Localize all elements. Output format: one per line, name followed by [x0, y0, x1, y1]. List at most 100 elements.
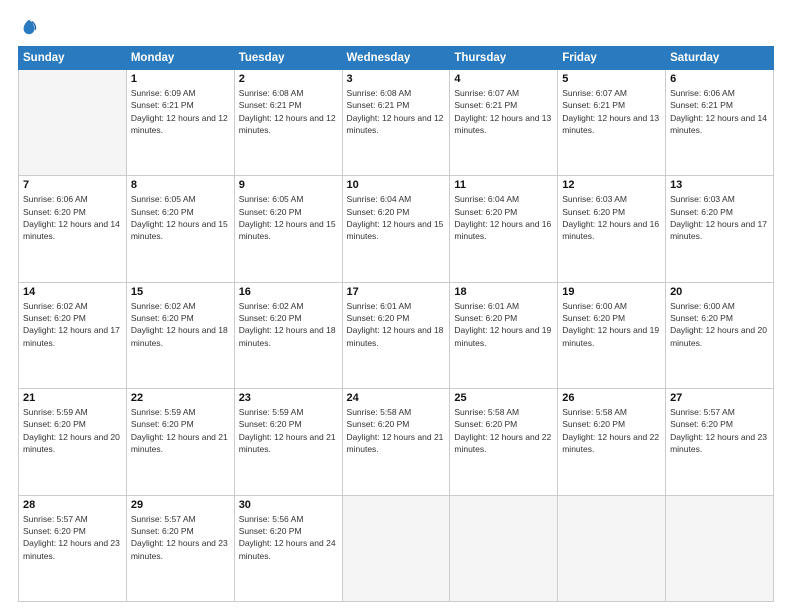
calendar-cell: 26 Sunrise: 5:58 AMSunset: 6:20 PMDayligh…	[558, 389, 666, 495]
cell-info: Sunrise: 5:59 AMSunset: 6:20 PMDaylight:…	[131, 406, 230, 455]
calendar-cell: 2 Sunrise: 6:08 AMSunset: 6:21 PMDaylight…	[234, 70, 342, 176]
cell-info: Sunrise: 5:57 AMSunset: 6:20 PMDaylight:…	[23, 513, 122, 562]
weekday-header-thursday: Thursday	[450, 47, 558, 70]
cell-info: Sunrise: 6:03 AMSunset: 6:20 PMDaylight:…	[670, 193, 769, 242]
cell-info: Sunrise: 5:58 AMSunset: 6:20 PMDaylight:…	[454, 406, 553, 455]
day-number: 19	[562, 286, 661, 298]
calendar-week-3: 14 Sunrise: 6:02 AMSunset: 6:20 PMDayligh…	[19, 282, 774, 388]
day-number: 14	[23, 286, 122, 298]
day-number: 27	[670, 392, 769, 404]
calendar-cell: 1Sunrise: 6:09 AMSunset: 6:21 PMDaylight…	[126, 70, 234, 176]
day-number: 9	[239, 179, 338, 191]
day-number: 2	[239, 73, 338, 85]
cell-info: Sunrise: 6:04 AMSunset: 6:20 PMDaylight:…	[347, 193, 446, 242]
calendar-week-1: 1Sunrise: 6:09 AMSunset: 6:21 PMDaylight…	[19, 70, 774, 176]
weekday-header-friday: Friday	[558, 47, 666, 70]
weekday-header-saturday: Saturday	[666, 47, 774, 70]
day-number: 10	[347, 179, 446, 191]
cell-info: Sunrise: 6:07 AMSunset: 6:21 PMDaylight:…	[454, 87, 553, 136]
cell-info: Sunrise: 6:02 AMSunset: 6:20 PMDaylight:…	[131, 300, 230, 349]
cell-info: Sunrise: 5:57 AMSunset: 6:20 PMDaylight:…	[131, 513, 230, 562]
calendar-cell: 8 Sunrise: 6:05 AMSunset: 6:20 PMDaylight…	[126, 176, 234, 282]
day-number: 20	[670, 286, 769, 298]
cell-info: Sunrise: 6:08 AMSunset: 6:21 PMDaylight:…	[239, 87, 338, 136]
calendar-cell: 15 Sunrise: 6:02 AMSunset: 6:20 PMDayligh…	[126, 282, 234, 388]
calendar-cell: 22 Sunrise: 5:59 AMSunset: 6:20 PMDayligh…	[126, 389, 234, 495]
cell-info: Sunrise: 6:06 AMSunset: 6:21 PMDaylight:…	[670, 87, 769, 136]
cell-info: Sunrise: 5:59 AMSunset: 6:20 PMDaylight:…	[239, 406, 338, 455]
calendar-week-5: 28 Sunrise: 5:57 AMSunset: 6:20 PMDayligh…	[19, 495, 774, 601]
weekday-header-sunday: Sunday	[19, 47, 127, 70]
calendar-cell: 13 Sunrise: 6:03 AMSunset: 6:20 PMDayligh…	[666, 176, 774, 282]
day-number: 17	[347, 286, 446, 298]
calendar-cell	[558, 495, 666, 601]
weekday-header-wednesday: Wednesday	[342, 47, 450, 70]
calendar-cell	[666, 495, 774, 601]
cell-info: Sunrise: 6:01 AMSunset: 6:20 PMDaylight:…	[347, 300, 446, 349]
day-number: 22	[131, 392, 230, 404]
day-number: 24	[347, 392, 446, 404]
cell-info: Sunrise: 6:07 AMSunset: 6:21 PMDaylight:…	[562, 87, 661, 136]
day-number: 25	[454, 392, 553, 404]
cell-info: Sunrise: 6:02 AMSunset: 6:20 PMDaylight:…	[239, 300, 338, 349]
calendar-cell: 12 Sunrise: 6:03 AMSunset: 6:20 PMDayligh…	[558, 176, 666, 282]
calendar-cell: 28 Sunrise: 5:57 AMSunset: 6:20 PMDayligh…	[19, 495, 127, 601]
calendar-cell: 9 Sunrise: 6:05 AMSunset: 6:20 PMDaylight…	[234, 176, 342, 282]
calendar-cell: 23 Sunrise: 5:59 AMSunset: 6:20 PMDayligh…	[234, 389, 342, 495]
day-number: 16	[239, 286, 338, 298]
page: SundayMondayTuesdayWednesdayThursdayFrid…	[0, 0, 792, 612]
calendar-cell: 29 Sunrise: 5:57 AMSunset: 6:20 PMDayligh…	[126, 495, 234, 601]
day-number: 13	[670, 179, 769, 191]
calendar-week-4: 21 Sunrise: 5:59 AMSunset: 6:20 PMDayligh…	[19, 389, 774, 495]
day-number: 18	[454, 286, 553, 298]
cell-info: Sunrise: 5:56 AMSunset: 6:20 PMDaylight:…	[239, 513, 338, 562]
cell-info: Sunrise: 5:58 AMSunset: 6:20 PMDaylight:…	[347, 406, 446, 455]
calendar-cell	[342, 495, 450, 601]
day-number: 12	[562, 179, 661, 191]
calendar-cell	[450, 495, 558, 601]
day-number: 8	[131, 179, 230, 191]
cell-info: Sunrise: 6:00 AMSunset: 6:20 PMDaylight:…	[562, 300, 661, 349]
calendar-cell: 19 Sunrise: 6:00 AMSunset: 6:20 PMDayligh…	[558, 282, 666, 388]
day-number: 28	[23, 499, 122, 511]
cell-info: Sunrise: 6:06 AMSunset: 6:20 PMDaylight:…	[23, 193, 122, 242]
cell-info: Sunrise: 6:00 AMSunset: 6:20 PMDaylight:…	[670, 300, 769, 349]
calendar-cell: 11Sunrise: 6:04 AMSunset: 6:20 PMDayligh…	[450, 176, 558, 282]
cell-info: Sunrise: 6:08 AMSunset: 6:21 PMDaylight:…	[347, 87, 446, 136]
cell-info: Sunrise: 6:03 AMSunset: 6:20 PMDaylight:…	[562, 193, 661, 242]
day-number: 3	[347, 73, 446, 85]
day-number: 11	[454, 179, 553, 191]
day-number: 7	[23, 179, 122, 191]
calendar-cell: 30Sunrise: 5:56 AMSunset: 6:20 PMDayligh…	[234, 495, 342, 601]
cell-info: Sunrise: 6:05 AMSunset: 6:20 PMDaylight:…	[131, 193, 230, 242]
day-number: 23	[239, 392, 338, 404]
cell-info: Sunrise: 5:58 AMSunset: 6:20 PMDaylight:…	[562, 406, 661, 455]
calendar-week-2: 7 Sunrise: 6:06 AMSunset: 6:20 PMDaylight…	[19, 176, 774, 282]
day-number: 15	[131, 286, 230, 298]
cell-info: Sunrise: 6:01 AMSunset: 6:20 PMDaylight:…	[454, 300, 553, 349]
day-number: 4	[454, 73, 553, 85]
weekday-header-monday: Monday	[126, 47, 234, 70]
day-number: 21	[23, 392, 122, 404]
cell-info: Sunrise: 6:05 AMSunset: 6:20 PMDaylight:…	[239, 193, 338, 242]
header	[18, 18, 774, 36]
calendar-cell: 7 Sunrise: 6:06 AMSunset: 6:20 PMDaylight…	[19, 176, 127, 282]
calendar-cell: 10 Sunrise: 6:04 AMSunset: 6:20 PMDayligh…	[342, 176, 450, 282]
weekday-header-tuesday: Tuesday	[234, 47, 342, 70]
day-number: 29	[131, 499, 230, 511]
calendar-cell: 27 Sunrise: 5:57 AMSunset: 6:20 PMDayligh…	[666, 389, 774, 495]
calendar-table: SundayMondayTuesdayWednesdayThursdayFrid…	[18, 46, 774, 602]
cell-info: Sunrise: 5:57 AMSunset: 6:20 PMDaylight:…	[670, 406, 769, 455]
calendar-cell: 21 Sunrise: 5:59 AMSunset: 6:20 PMDayligh…	[19, 389, 127, 495]
cell-info: Sunrise: 6:09 AMSunset: 6:21 PMDaylight:…	[131, 87, 230, 136]
day-number: 5	[562, 73, 661, 85]
calendar-cell: 6Sunrise: 6:06 AMSunset: 6:21 PMDaylight…	[666, 70, 774, 176]
calendar-cell: 3 Sunrise: 6:08 AMSunset: 6:21 PMDaylight…	[342, 70, 450, 176]
logo	[18, 18, 38, 36]
calendar-cell	[19, 70, 127, 176]
day-number: 26	[562, 392, 661, 404]
cell-info: Sunrise: 5:59 AMSunset: 6:20 PMDaylight:…	[23, 406, 122, 455]
calendar-header-row: SundayMondayTuesdayWednesdayThursdayFrid…	[19, 47, 774, 70]
calendar-cell: 18 Sunrise: 6:01 AMSunset: 6:20 PMDayligh…	[450, 282, 558, 388]
calendar-cell: 5 Sunrise: 6:07 AMSunset: 6:21 PMDaylight…	[558, 70, 666, 176]
